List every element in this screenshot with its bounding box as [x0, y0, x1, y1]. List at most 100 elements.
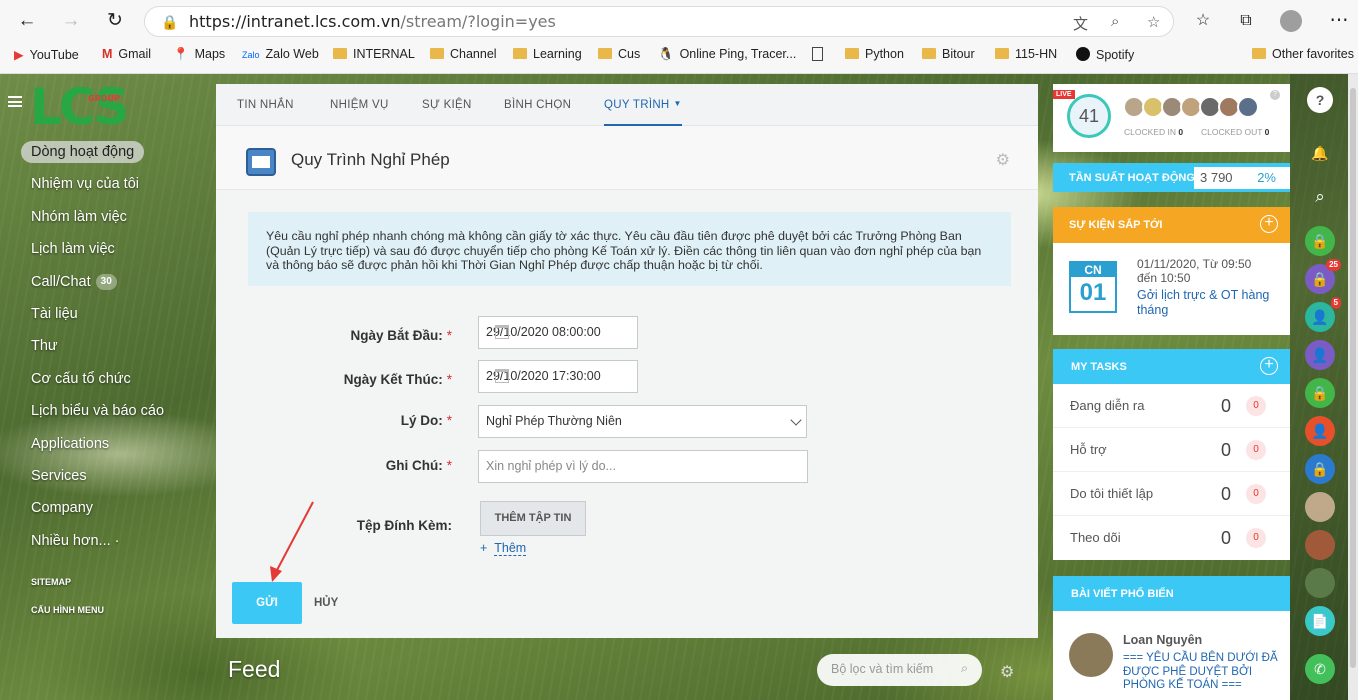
bookmark-cus[interactable]: Cus — [598, 47, 640, 61]
post-link[interactable]: === YÊU CẦU BÊN DƯỚI ĐÃ ĐƯỢC PHÊ DUYỆT B… — [1123, 652, 1283, 693]
tab-tasks[interactable]: NHIỆM VỤ — [330, 99, 389, 111]
address-bar[interactable]: 🔒 https://intranet.lcs.com.vn/stream/?lo… — [144, 6, 1174, 37]
user-icon[interactable]: 👤 — [1305, 416, 1335, 446]
bookmark-gmail[interactable]: M Gmail — [102, 47, 151, 61]
hamburger-icon[interactable] — [8, 96, 22, 107]
bookmark-internal[interactable]: INTERNAL — [333, 47, 415, 61]
scrollbar[interactable] — [1348, 74, 1358, 700]
avatar[interactable] — [1305, 568, 1335, 598]
avatar[interactable] — [1237, 96, 1259, 118]
sidebar-item-activity[interactable]: Dòng hoạt động — [20, 136, 210, 168]
lock-icon[interactable]: 🔒 — [1305, 226, 1335, 256]
post-author[interactable]: Loan Nguyên — [1123, 633, 1202, 647]
bookmark-ping[interactable]: 🐧 Online Ping, Tracer... — [658, 47, 796, 62]
user-icon[interactable]: 👤 — [1305, 340, 1335, 370]
search-icon[interactable]: ⌕ — [961, 661, 968, 676]
sidebar-item-mail[interactable]: Thư — [20, 330, 210, 362]
send-button[interactable]: GỬI — [232, 582, 302, 624]
help-icon[interactable]: ? — [1270, 90, 1280, 100]
reason-select[interactable]: Nghỉ Phép Thường Niên — [478, 405, 807, 438]
lock-icon[interactable]: 🔒 25 — [1305, 259, 1341, 294]
help-icon[interactable]: ? — [1307, 87, 1333, 113]
add-task-icon[interactable]: + — [1260, 357, 1278, 375]
bookmark-page[interactable] — [812, 47, 829, 62]
online-counter[interactable]: 41 — [1067, 94, 1111, 138]
more-icon[interactable]: ⋯ — [1326, 8, 1352, 34]
start-date-input[interactable]: 29/10/2020 08:00:00 — [478, 316, 638, 349]
task-row[interactable]: Đang diễn ra 0 0 — [1053, 384, 1290, 428]
activity-frequency[interactable]: TẦN SUẤT HOẠT ĐỘNG 3 790 2% — [1053, 163, 1290, 192]
tab-polls[interactable]: BÌNH CHỌN — [504, 99, 571, 111]
event-item[interactable]: CN 01 01/11/2020, Từ 09:50 đến 10:50 Gởi … — [1053, 243, 1290, 335]
logo[interactable]: LCS GROUP — [30, 78, 129, 136]
bookmark-115hn[interactable]: 115-HN — [995, 47, 1057, 61]
translate-icon[interactable]: 文 — [1073, 13, 1088, 34]
bookmark-bitour[interactable]: Bitour — [922, 47, 975, 61]
sidebar-item-documents[interactable]: Tài liệu — [20, 298, 210, 330]
sidebar-item-workgroups[interactable]: Nhóm làm việc — [20, 201, 210, 233]
avatar[interactable] — [1305, 492, 1335, 522]
collections-icon[interactable]: ⧉ — [1233, 8, 1259, 34]
bookmark-channel[interactable]: Channel — [430, 47, 497, 61]
task-row[interactable]: Hỗ trợ 0 0 — [1053, 428, 1290, 472]
cancel-button[interactable]: HỦY — [314, 597, 338, 609]
phone-icon[interactable]: ✆ — [1305, 654, 1335, 684]
note-input[interactable]: Xin nghỉ phép vì lý do... — [478, 450, 808, 483]
sidebar-item-more[interactable]: Nhiều hơn... · — [20, 525, 210, 557]
avatar[interactable] — [1069, 633, 1113, 677]
bookmark-zalo[interactable]: Zalo Zalo Web — [242, 47, 319, 61]
bookmark-learning[interactable]: Learning — [513, 47, 582, 61]
gear-icon[interactable]: ⚙ — [996, 150, 1010, 170]
star-icon[interactable]: ☆ — [1147, 13, 1160, 31]
search-icon[interactable]: ⌕ — [1305, 182, 1335, 212]
sidebar-item-call-chat[interactable]: Call/Chat 30 — [20, 266, 210, 298]
feed-search-input[interactable]: Bộ lọc và tìm kiếm ⌕ — [817, 654, 982, 686]
sidebar-item-my-tasks[interactable]: Nhiệm vụ của tôi — [20, 168, 210, 200]
config-menu-link[interactable]: CẤU HÌNH MENU — [31, 605, 104, 615]
forward-icon[interactable]: → — [58, 8, 84, 34]
task-row[interactable]: Theo dõi 0 0 — [1053, 516, 1290, 560]
tab-messages[interactable]: TIN NHẮN — [237, 99, 294, 111]
sidebar-item-reports[interactable]: Lịch biểu và báo cáo — [20, 395, 210, 427]
sidebar-item-company[interactable]: Company — [20, 492, 210, 524]
user-icon[interactable]: 👤 5 — [1305, 297, 1341, 332]
add-more-link[interactable]: + Thêm — [480, 541, 527, 556]
bookmark-spotify[interactable]: Spotify — [1076, 47, 1134, 62]
sidebar-item-org-chart[interactable]: Cơ cấu tổ chức — [20, 363, 210, 395]
lock-icon[interactable]: 🔒 — [1305, 378, 1335, 408]
profile-avatar[interactable] — [1278, 8, 1304, 34]
back-icon[interactable]: ← — [14, 8, 40, 34]
bookmark-python[interactable]: Python — [845, 47, 904, 61]
popular-post[interactable]: Loan Nguyên === YÊU CẦU BÊN DƯỚI ĐÃ ĐƯỢC… — [1053, 611, 1290, 700]
bookmarks-bar: ▶ YouTube M Gmail 📍 Maps Zalo Zalo Web INTER… — [0, 44, 1358, 66]
favorites-icon[interactable]: ☆ — [1190, 8, 1216, 34]
bookmark-maps[interactable]: 📍 Maps — [173, 47, 225, 62]
reload-icon[interactable]: ↻ — [102, 8, 128, 34]
sidebar-item-services[interactable]: Services — [20, 460, 210, 492]
task-row[interactable]: Do tôi thiết lập 0 0 — [1053, 472, 1290, 516]
tab-process[interactable]: QUY TRÌNH ▼ — [604, 99, 682, 126]
tab-events[interactable]: SỰ KIỆN — [422, 99, 472, 111]
bookmark-youtube[interactable]: ▶ YouTube — [14, 47, 79, 62]
scrollbar-thumb[interactable] — [1350, 88, 1356, 668]
folder-icon — [845, 48, 859, 59]
end-date-input[interactable]: 29/10/2020 17:30:00 — [478, 360, 638, 393]
sidebar-item-calendar[interactable]: Lịch làm việc — [20, 233, 210, 265]
feed-gear-icon[interactable]: ⚙ — [1000, 662, 1014, 682]
zoom-icon[interactable]: ⌕ — [1111, 13, 1119, 30]
sidebar-item-label: Nhiều hơn... · — [31, 532, 120, 549]
add-file-button[interactable]: THÊM TẬP TIN — [480, 501, 586, 536]
calendar-icon[interactable] — [495, 369, 509, 383]
lock-icon[interactable]: 🔒 — [1305, 454, 1335, 484]
search-placeholder: Bộ lọc và tìm kiếm — [831, 662, 934, 676]
add-event-icon[interactable]: + — [1260, 215, 1278, 233]
calendar-icon[interactable] — [495, 325, 509, 339]
sidebar-item-label: Call/Chat — [31, 273, 91, 290]
bell-icon[interactable]: 🔔 — [1305, 138, 1335, 168]
bookmark-other-favorites[interactable]: Other favorites — [1252, 47, 1354, 61]
sitemap-link[interactable]: SITEMAP — [31, 577, 71, 587]
avatar[interactable] — [1305, 530, 1335, 560]
event-link[interactable]: Gởi lịch trực & OT hàng tháng — [1137, 288, 1282, 317]
sidebar-item-applications[interactable]: Applications — [20, 428, 210, 460]
document-icon[interactable]: 📄 — [1305, 606, 1335, 636]
